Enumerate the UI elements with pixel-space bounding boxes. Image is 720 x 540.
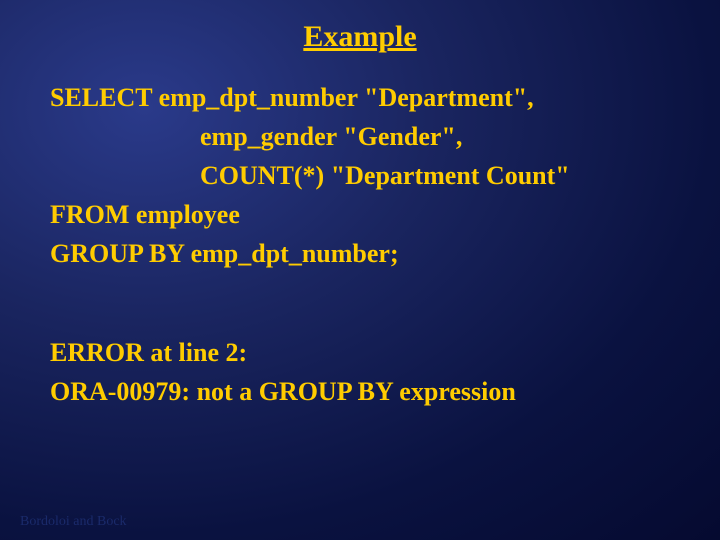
slide-title: Example <box>50 20 670 54</box>
error-line-1: ERROR at line 2: <box>50 333 670 372</box>
code-line-2: emp_gender "Gender", <box>50 117 670 156</box>
footer-text: Bordoloi and Bock <box>20 514 127 530</box>
code-line-4: FROM employee <box>50 195 670 234</box>
error-block: ERROR at line 2: ORA-00979: not a GROUP … <box>50 333 670 411</box>
sql-code-block: SELECT emp_dpt_number "Department", emp_… <box>50 78 670 273</box>
code-line-1: SELECT emp_dpt_number "Department", <box>50 78 670 117</box>
slide-content: Example SELECT emp_dpt_number "Departmen… <box>0 0 720 411</box>
code-line-3: COUNT(*) "Department Count" <box>50 156 670 195</box>
code-line-5: GROUP BY emp_dpt_number; <box>50 234 670 273</box>
error-line-2: ORA-00979: not a GROUP BY expression <box>50 372 670 411</box>
